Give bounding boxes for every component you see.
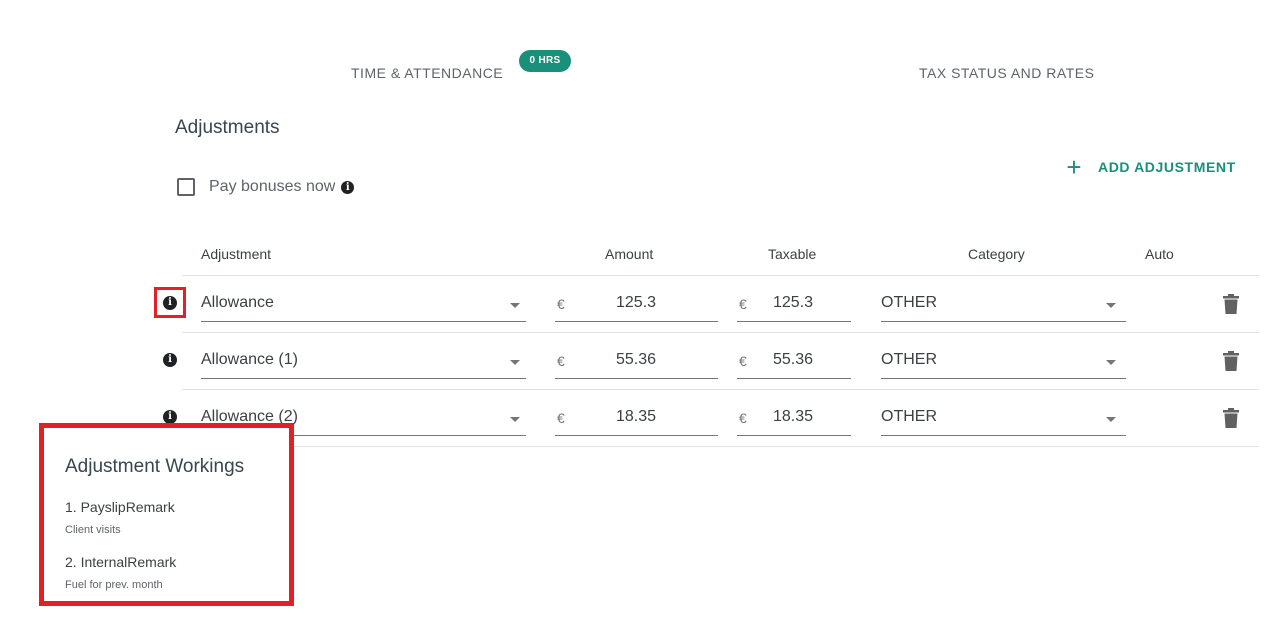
category-select[interactable]: OTHER — [881, 345, 1126, 379]
caret-down-icon — [1106, 360, 1116, 365]
category-value: OTHER — [881, 294, 937, 311]
header-category: Category — [968, 246, 1025, 262]
header-adjustment: Adjustment — [201, 246, 272, 262]
trash-icon[interactable] — [1223, 408, 1239, 428]
caret-down-icon — [510, 417, 520, 422]
amount-value: 55.36 — [616, 351, 657, 368]
amount-input[interactable]: € 55.36 — [555, 345, 718, 379]
divider — [182, 446, 1259, 447]
tab-time-attendance[interactable]: TIME & ATTENDANCE — [351, 65, 503, 81]
currency-symbol: € — [557, 296, 565, 312]
popup-title: Adjustment Workings — [65, 456, 245, 477]
header-auto: Auto — [1145, 246, 1174, 262]
add-adjustment-label: ADD ADJUSTMENT — [1098, 159, 1236, 175]
currency-symbol: € — [739, 296, 747, 312]
adjustment-workings-popup: Adjustment Workings 1. PayslipRemark Cli… — [39, 423, 294, 606]
info-icon[interactable]: i — [163, 296, 177, 310]
amount-value: 125.3 — [616, 294, 657, 311]
adjustment-value: Allowance (1) — [201, 351, 298, 368]
category-value: OTHER — [881, 351, 937, 368]
pay-bonuses-checkbox[interactable] — [177, 178, 195, 196]
currency-symbol: € — [557, 410, 565, 426]
amount-input[interactable]: € 18.35 — [555, 402, 718, 436]
amount-input[interactable]: € 125.3 — [555, 288, 718, 322]
category-select[interactable]: OTHER — [881, 288, 1126, 322]
category-value: OTHER — [881, 408, 937, 425]
taxable-input[interactable]: € 18.35 — [737, 402, 851, 436]
info-icon[interactable]: i — [341, 180, 355, 194]
taxable-value: 125.3 — [773, 294, 814, 311]
currency-symbol: € — [739, 410, 747, 426]
tab-tax-status[interactable]: TAX STATUS AND RATES — [919, 65, 1094, 81]
currency-symbol: € — [739, 353, 747, 369]
category-select[interactable]: OTHER — [881, 402, 1126, 436]
popup-item-value: Client visits — [65, 524, 121, 536]
trash-icon[interactable] — [1223, 294, 1239, 314]
caret-down-icon — [510, 303, 520, 308]
taxable-value: 18.35 — [773, 408, 814, 425]
pay-bonuses-label[interactable]: Pay bonuses now — [209, 178, 335, 196]
plus-icon: + — [1066, 152, 1082, 182]
adjustment-select[interactable]: Allowance — [201, 288, 526, 322]
adjustment-value: Allowance — [201, 294, 274, 311]
hours-badge: 0 HRS — [519, 50, 571, 72]
taxable-value: 55.36 — [773, 351, 814, 368]
header-amount: Amount — [605, 246, 654, 262]
add-adjustment-button[interactable]: + ADD ADJUSTMENT — [1064, 152, 1236, 182]
info-icon[interactable]: i — [163, 353, 177, 367]
popup-item-label: 1. PayslipRemark — [65, 499, 175, 515]
header-taxable: Taxable — [768, 246, 817, 262]
section-title: Adjustments — [175, 117, 280, 138]
currency-symbol: € — [557, 353, 565, 369]
adjustment-select[interactable]: Allowance (1) — [201, 345, 526, 379]
taxable-input[interactable]: € 125.3 — [737, 288, 851, 322]
caret-down-icon — [1106, 417, 1116, 422]
popup-item-value: Fuel for prev. month — [65, 579, 163, 591]
caret-down-icon — [510, 360, 520, 365]
trash-icon[interactable] — [1223, 351, 1239, 371]
taxable-input[interactable]: € 55.36 — [737, 345, 851, 379]
popup-item-label: 2. InternalRemark — [65, 554, 177, 570]
pay-bonuses-row: Pay bonuses now i — [177, 178, 355, 196]
table-row: i Allowance € 125.3 € 125.3 OTHER — [0, 276, 1287, 333]
amount-value: 18.35 — [616, 408, 657, 425]
info-icon[interactable]: i — [163, 410, 177, 424]
caret-down-icon — [1106, 303, 1116, 308]
table-row: i Allowance (1) € 55.36 € 55.36 OTHER — [0, 333, 1287, 390]
